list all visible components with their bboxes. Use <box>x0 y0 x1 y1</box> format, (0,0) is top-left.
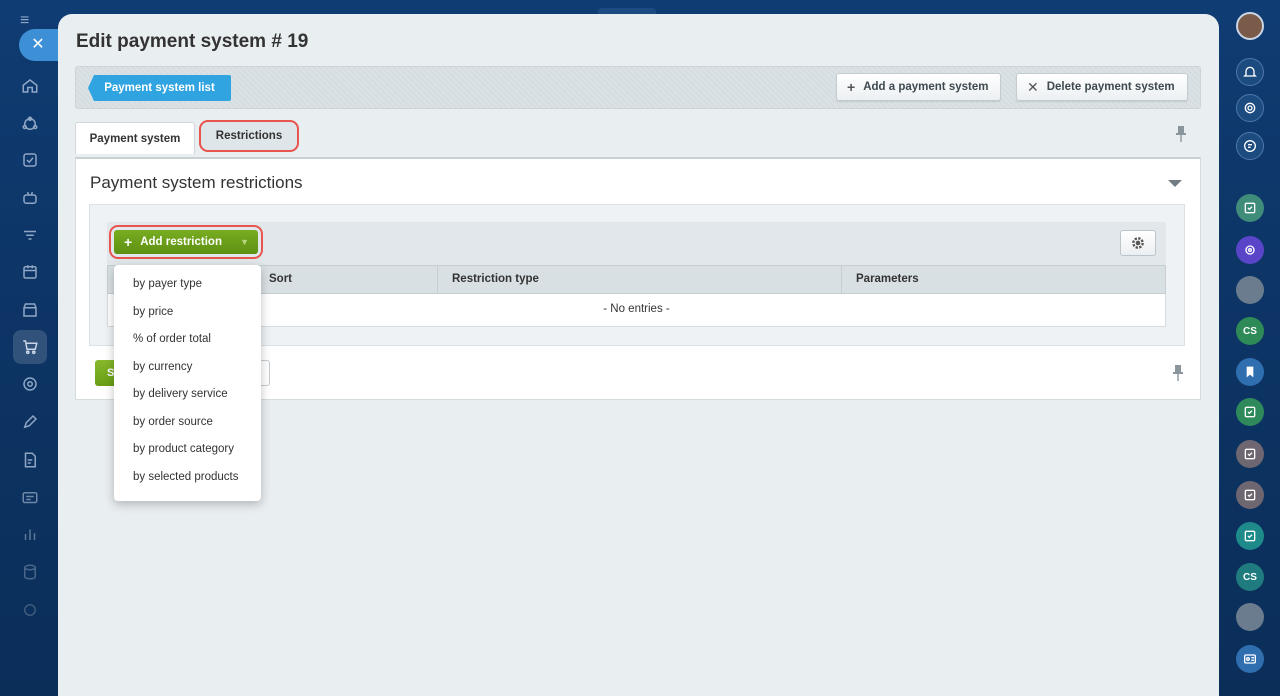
database-icon[interactable] <box>18 560 42 584</box>
tab-payment-system[interactable]: Payment system <box>75 122 195 154</box>
target-icon[interactable] <box>18 372 42 396</box>
document-edit-icon[interactable] <box>18 448 42 472</box>
page-title: Edit payment system # 19 <box>76 31 309 52</box>
menu-item-by-product-category[interactable]: by product category <box>114 436 261 464</box>
pen-icon[interactable] <box>18 410 42 434</box>
collapse-icon[interactable] <box>1168 180 1182 187</box>
pin-icon[interactable] <box>1175 126 1187 145</box>
menu-item-by-currency[interactable]: by currency <box>114 354 261 382</box>
task-chat-icon[interactable] <box>1236 398 1264 426</box>
messages-icon[interactable] <box>1236 132 1264 160</box>
menu-item-by-selected-products[interactable]: by selected products <box>114 464 261 492</box>
add-payment-system-label: Add a payment system <box>863 81 989 93</box>
left-sidebar: ≡ ✕ <box>0 0 61 696</box>
menu-item-by-payer-type[interactable]: by payer type <box>114 271 261 299</box>
copilot-icon[interactable] <box>1236 94 1264 122</box>
store-icon[interactable] <box>18 298 42 322</box>
table-body: - No entries - <box>107 294 1166 327</box>
pin-icon[interactable] <box>1172 365 1184 384</box>
calendar-icon[interactable] <box>18 260 42 284</box>
right-sidebar: CS CS <box>1218 0 1280 696</box>
empty-message: - No entries - <box>603 303 670 315</box>
close-slider-button[interactable]: ✕ <box>19 29 61 61</box>
close-icon: ✕ <box>1027 78 1039 95</box>
initials-avatar[interactable]: CS <box>1236 317 1264 345</box>
contact-avatar[interactable] <box>1236 276 1264 304</box>
grid-toolbar: + Add restriction ▼ <box>107 222 1166 265</box>
contact-avatar[interactable] <box>1236 603 1264 631</box>
column-header-restriction-type[interactable]: Restriction type <box>437 266 841 293</box>
context-toolbar: Payment system list + Add a payment syst… <box>75 66 1201 109</box>
section-title: Payment system restrictions <box>90 173 303 192</box>
robot-icon[interactable] <box>18 186 42 210</box>
delete-payment-system-label: Delete payment system <box>1046 81 1175 93</box>
task-chat-icon[interactable] <box>1236 194 1264 222</box>
task-chat-icon[interactable] <box>1236 522 1264 550</box>
cart-icon[interactable] <box>13 330 47 364</box>
column-header-sort[interactable]: Sort <box>254 266 437 293</box>
menu-icon[interactable]: ≡ <box>20 13 38 29</box>
add-restriction-button[interactable]: + Add restriction ▼ <box>114 230 258 254</box>
initials-label: CS <box>1243 325 1257 337</box>
add-restriction-menu: by payer type by price % of order total … <box>114 265 261 501</box>
initials-avatar[interactable]: CS <box>1236 563 1264 591</box>
plus-icon: + <box>847 79 856 95</box>
delete-payment-system-button[interactable]: ✕ Delete payment system <box>1016 73 1188 101</box>
payment-system-list-button[interactable]: Payment system list <box>88 75 231 101</box>
copilot-chat-icon[interactable] <box>1236 236 1264 264</box>
initials-label: CS <box>1243 571 1257 583</box>
chat-icon[interactable] <box>18 486 42 510</box>
grid-settings-button[interactable] <box>1120 230 1156 256</box>
tasks-icon[interactable] <box>18 148 42 172</box>
bookmark-icon[interactable] <box>1236 358 1264 386</box>
column-header-parameters[interactable]: Parameters <box>841 266 1165 293</box>
add-restriction-label: Add restriction <box>140 236 222 248</box>
task-chat-icon[interactable] <box>1236 481 1264 509</box>
gear-icon <box>1132 237 1144 249</box>
table-header: Sort Restriction type Parameters <box>107 265 1166 294</box>
task-chat-icon[interactable] <box>1236 440 1264 468</box>
add-payment-system-button[interactable]: + Add a payment system <box>836 73 1002 101</box>
filter-icon[interactable] <box>18 224 42 248</box>
settings-icon[interactable] <box>18 598 42 622</box>
chevron-down-icon: ▼ <box>240 237 249 247</box>
add-restriction-highlight: + Add restriction ▼ <box>109 225 263 259</box>
menu-item-by-delivery-service[interactable]: by delivery service <box>114 381 261 409</box>
tab-restrictions[interactable]: Restrictions <box>199 120 299 152</box>
contact-card-icon[interactable] <box>1236 645 1264 673</box>
menu-item-by-order-source[interactable]: by order source <box>114 409 261 437</box>
home-icon[interactable] <box>18 74 42 98</box>
plus-icon: + <box>124 234 133 250</box>
bell-icon[interactable] <box>1236 58 1264 86</box>
menu-item-percent-of-order-total[interactable]: % of order total <box>114 326 261 354</box>
crm-icon[interactable] <box>18 112 42 136</box>
user-avatar[interactable] <box>1236 12 1264 40</box>
menu-item-by-price[interactable]: by price <box>114 299 261 327</box>
analytics-icon[interactable] <box>18 522 42 546</box>
